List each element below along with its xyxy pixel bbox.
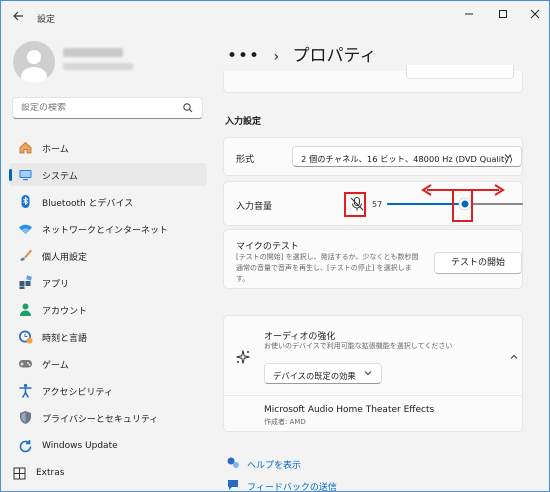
sidebar-item-label: Bluetooth とデバイス <box>42 199 134 209</box>
home-icon <box>19 141 32 154</box>
format-dropdown[interactable]: 2 個のチャネル、16 ビット、48000 Hz (DVD Quality) <box>292 146 522 167</box>
sidebar-item-bluetooth[interactable]: Bluetooth とデバイス <box>9 190 207 213</box>
sidebar-item-label: ホーム <box>42 145 69 155</box>
mic-test-card: マイクのテスト [テストの開始] を選択し、発話するか、少なくとも数秒間通常の音… <box>223 229 523 289</box>
sidebar-item-label: アプリ <box>42 280 70 290</box>
app-title: 設定 <box>37 15 56 25</box>
chevron-down-icon <box>364 371 372 376</box>
sidebar-item-extras[interactable]: Extras <box>3 462 201 485</box>
breadcrumb: ••• › プロパティ <box>227 41 377 66</box>
windows-update-icon <box>19 440 32 453</box>
double-arrow-icon <box>421 184 505 196</box>
search-icon[interactable] <box>182 102 194 114</box>
input-section-title: 入力設定 <box>225 117 262 127</box>
help-icon <box>227 457 239 468</box>
sidebar-item-time-language[interactable]: 時刻と言語 <box>9 325 207 348</box>
sidebar-item-apps[interactable]: アプリ <box>9 271 207 294</box>
sidebar-item-label: 時刻と言語 <box>42 334 88 344</box>
avatar[interactable] <box>13 41 55 83</box>
feedback-icon <box>228 480 238 490</box>
maximize-button[interactable] <box>493 7 513 25</box>
sidebar-item-home[interactable]: ホーム <box>9 136 207 159</box>
input-volume-value: 57 <box>372 200 383 209</box>
format-card: 形式 2 個のチャネル、16 ビット、48000 Hz (DVD Quality… <box>223 137 523 176</box>
page-title: プロパティ <box>292 46 377 66</box>
search-input[interactable] <box>21 103 181 113</box>
gamepad-icon <box>19 360 32 368</box>
breadcrumb-separator: › <box>273 49 280 65</box>
sidebar-item-label: ゲーム <box>42 361 69 371</box>
sidebar-item-label: アクセシビリティ <box>42 388 114 398</box>
title-bar: 設定 <box>1 1 549 33</box>
sparkle-icon <box>236 350 250 364</box>
sidebar-item-accounts[interactable]: アカウント <box>9 298 207 321</box>
sidebar-item-accessibility[interactable]: アクセシビリティ <box>9 379 207 402</box>
start-test-button[interactable]: テストの開始 <box>434 252 522 274</box>
sidebar-item-label: プライバシーとセキュリティ <box>42 415 159 425</box>
sidebar-item-label: アカウント <box>42 307 88 317</box>
back-arrow-icon[interactable] <box>9 9 27 27</box>
minimize-button[interactable] <box>459 7 479 25</box>
enhancement-provider-name: Microsoft Audio Home Theater Effects <box>264 405 435 415</box>
sidebar-item-label: ネットワークとインターネット <box>42 226 169 236</box>
breadcrumb-more-button[interactable]: ••• <box>227 46 260 66</box>
sidebar-item-system[interactable]: システム <box>9 163 207 186</box>
shield-icon <box>20 411 31 424</box>
system-display-icon <box>19 170 32 181</box>
search-box[interactable] <box>12 97 203 119</box>
account-icon <box>20 303 31 316</box>
active-indicator <box>9 169 12 181</box>
feedback-link[interactable]: フィードバックの送信 <box>247 480 337 492</box>
help-link[interactable]: ヘルプを表示 <box>247 458 301 471</box>
previous-card-stub <box>223 65 523 93</box>
highlight-mic-box <box>344 192 366 217</box>
extras-icon <box>13 467 26 480</box>
chevron-up-icon[interactable] <box>509 352 519 362</box>
chevron-down-icon <box>504 154 512 159</box>
brush-icon <box>20 249 32 261</box>
sidebar-item-windows-update[interactable]: Windows Update <box>9 435 207 458</box>
sidebar-item-label: Windows Update <box>42 441 118 451</box>
profile-email-blurred <box>63 63 133 70</box>
accessibility-icon <box>19 383 32 398</box>
format-dropdown-value: 2 個のチャネル、16 ビット、48000 Hz (DVD Quality) <box>301 154 513 164</box>
sidebar-item-gaming[interactable]: ゲーム <box>9 352 207 375</box>
audio-enhancements-card: オーディオの強化 お使いのデバイスで利用可能な拡張機能を選択してください デバイ… <box>223 315 523 432</box>
divider <box>224 395 522 396</box>
sidebar-item-privacy[interactable]: プライバシーとセキュリティ <box>9 406 207 429</box>
audio-enhancements-dropdown[interactable]: デバイスの既定の効果 <box>264 363 382 384</box>
audio-enhancements-description: お使いのデバイスで利用可能な拡張機能を選択してください <box>264 342 453 350</box>
sidebar-item-label: システム <box>42 172 78 182</box>
sidebar-item-network[interactable]: ネットワークとインターネット <box>9 217 207 240</box>
close-button[interactable] <box>525 7 545 25</box>
previous-card-button-stub[interactable] <box>406 65 514 79</box>
settings-window: 設定 ホーム システム Bluetooth とデバイス ネットワークとインターネ… <box>0 0 550 492</box>
mic-test-title: マイクのテスト <box>236 242 299 252</box>
apps-icon <box>19 275 32 289</box>
mic-test-description: [テストの開始] を選択し、発話するか、少なくとも数秒間通常の音量で音声を再生し… <box>236 253 419 283</box>
time-language-icon <box>19 330 33 344</box>
profile-name-blurred <box>63 48 123 57</box>
wifi-icon <box>19 224 32 234</box>
bluetooth-icon <box>21 195 30 208</box>
input-volume-label: 入力音量 <box>236 202 273 212</box>
sidebar-item-personalization[interactable]: 個人用設定 <box>9 244 207 267</box>
audio-enhancements-dropdown-value: デバイスの既定の効果 <box>273 371 356 381</box>
format-label: 形式 <box>236 155 255 165</box>
enhancement-provider-author: 作成者: AMD <box>264 418 306 426</box>
sidebar-item-label: 個人用設定 <box>42 253 88 263</box>
sidebar-item-label: Extras <box>36 468 65 478</box>
